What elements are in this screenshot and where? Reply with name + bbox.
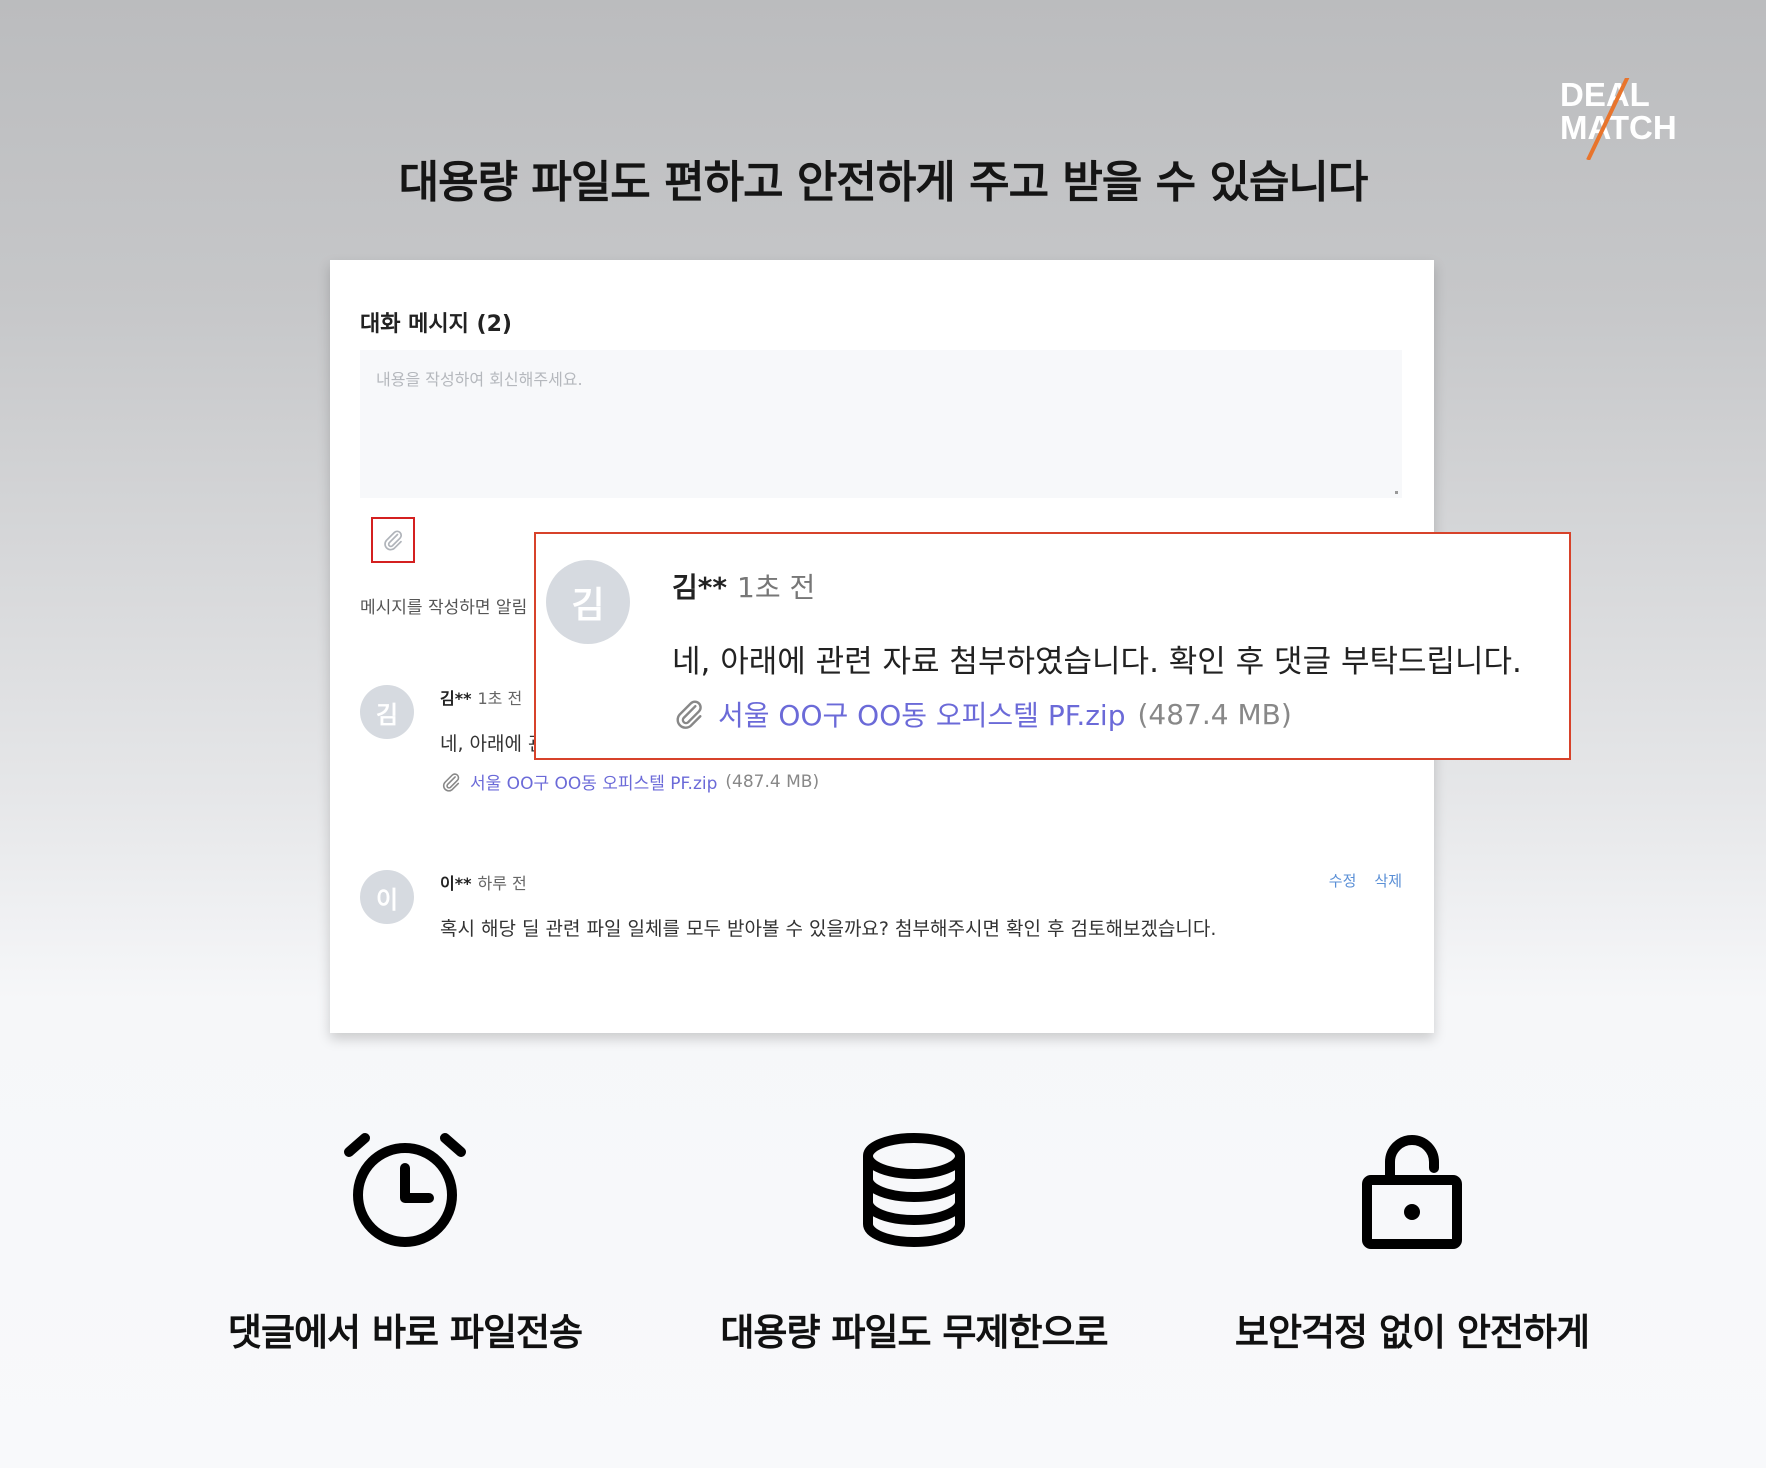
comment-time: 1초 전: [477, 689, 523, 708]
comment-author: 김**: [672, 571, 728, 604]
alarm-clock-icon: [344, 1133, 466, 1247]
attachment-size: (487.4 MB): [725, 771, 820, 792]
paperclip-icon: [676, 700, 702, 729]
delete-button[interactable]: 삭제: [1374, 872, 1402, 890]
paperclip-icon: [442, 772, 460, 792]
feature-file-transfer: 댓글에서 바로 파일전송: [175, 1130, 635, 1356]
comment-header: 김** 1초 전: [440, 685, 522, 709]
comment-header: 이** 하루 전: [440, 870, 527, 894]
comment-body: 혹시 해당 딜 관련 파일 일체를 모두 받아볼 수 있을까요? 첨부해주시면 …: [440, 918, 1217, 940]
reply-textarea[interactable]: 내용을 작성하여 회신해주세요.: [360, 350, 1402, 498]
comment-author: 김**: [440, 689, 472, 708]
database-icon: [863, 1133, 965, 1247]
unlock-icon: [1362, 1135, 1462, 1249]
attachment-name[interactable]: 서울 OO구 OO동 오피스텔 PF.zip: [470, 769, 717, 794]
comment-zoom-callout: 김 김** 1초 전 네, 아래에 관련 자료 첨부하였습니다. 확인 후 댓글 …: [534, 532, 1571, 760]
resize-grip[interactable]: [1395, 491, 1398, 494]
edit-button[interactable]: 수정: [1329, 872, 1357, 890]
comment-body: 네, 아래에 관련 자료 첨부하였습니다. 확인 후 댓글 부탁드립니다.: [672, 644, 1522, 680]
feature-label: 댓글에서 바로 파일전송: [227, 1311, 583, 1354]
comment-actions: 수정 삭제: [1311, 870, 1402, 891]
comment-time: 하루 전: [477, 874, 527, 893]
comment-header: 김** 1초 전: [672, 566, 815, 606]
attachment-link[interactable]: 서울 OO구 OO동 오피스텔 PF.zip (487.4 MB): [672, 694, 1292, 734]
avatar: 김: [546, 560, 630, 644]
comment-author: 이**: [440, 874, 472, 893]
avatar: 이: [360, 870, 414, 924]
panel-title: 대화 메시지 (2): [360, 312, 512, 337]
textarea-placeholder: 내용을 작성하여 회신해주세요.: [376, 370, 583, 389]
feature-label: 대용량 파일도 무제한으로: [720, 1311, 1108, 1354]
notice-text: 메시지를 작성하면 알림: [360, 598, 528, 618]
feature-label: 보안걱정 없이 안전하게: [1234, 1311, 1590, 1354]
comment-body: 네, 아래에 관: [440, 733, 546, 755]
feature-security: 보안걱정 없이 안전하게: [1182, 1130, 1642, 1356]
page-headline: 대용량 파일도 편하고 안전하게 주고 받을 수 있습니다: [398, 157, 1369, 208]
attach-file-button[interactable]: [371, 517, 415, 563]
attachment-link[interactable]: 서울 OO구 OO동 오피스텔 PF.zip (487.4 MB): [440, 769, 819, 794]
attachment-size: (487.4 MB): [1137, 697, 1292, 731]
paperclip-icon: [384, 530, 403, 551]
feature-unlimited-size: 대용량 파일도 무제한으로: [684, 1130, 1144, 1356]
attachment-name[interactable]: 서울 OO구 OO동 오피스텔 PF.zip: [718, 694, 1125, 734]
comment-time: 1초 전: [737, 571, 816, 604]
avatar: 김: [360, 685, 414, 739]
